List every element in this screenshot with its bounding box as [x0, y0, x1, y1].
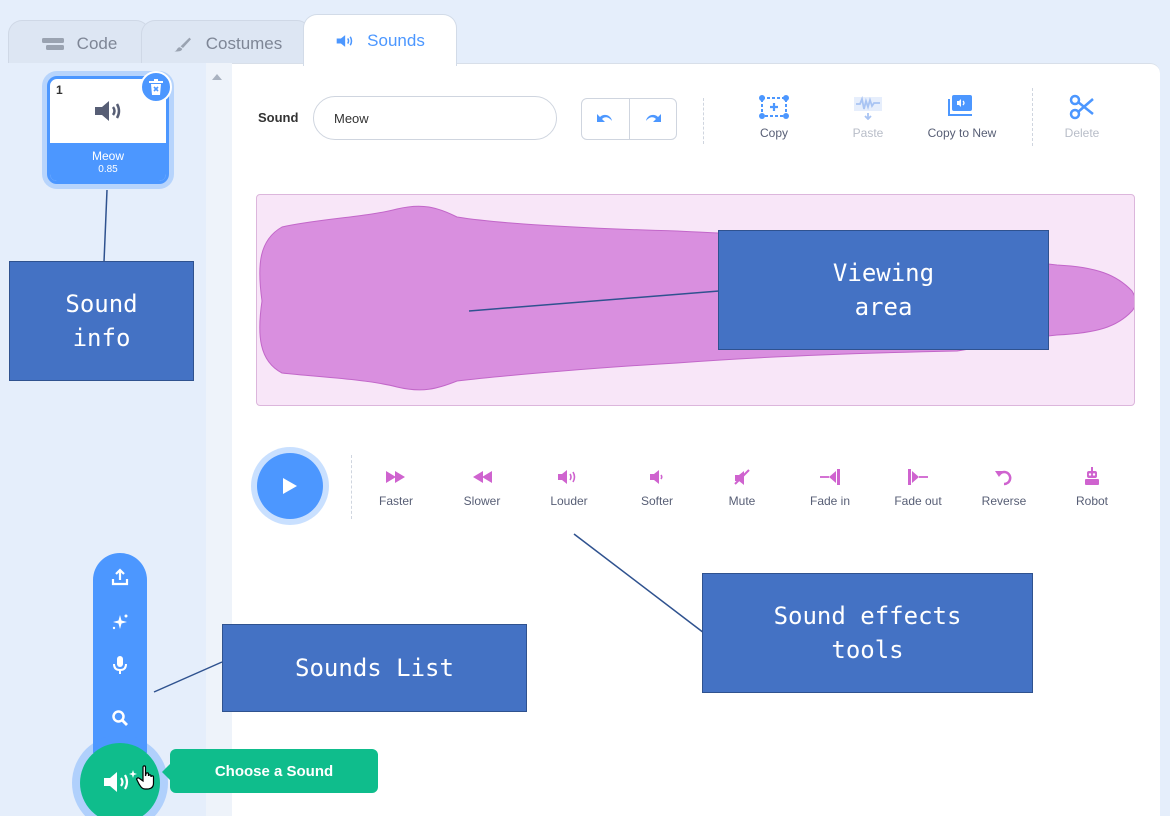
- speaker-icon: [95, 101, 121, 121]
- editor-tab-bar: Code Costumes Sounds: [0, 0, 1170, 66]
- choose-sound-icon: [104, 770, 137, 792]
- effect-louder-button[interactable]: Louder: [529, 465, 609, 508]
- effect-softer-button[interactable]: Softer: [617, 465, 697, 508]
- effect-fade-out-button[interactable]: Fade out: [878, 465, 958, 508]
- fade-in-icon: [820, 469, 840, 485]
- delete-sound-button[interactable]: [140, 71, 172, 103]
- callout-viewing-area: Viewing area: [718, 230, 1049, 350]
- copy-to-new-icon: [948, 95, 972, 116]
- copy-label: Copy: [759, 126, 788, 140]
- faster-icon: [386, 471, 405, 483]
- tab-code-label: Code: [76, 33, 118, 53]
- sound-number: 1: [56, 83, 63, 97]
- callout-sound-effects-tools: Sound effects tools: [702, 573, 1033, 693]
- delete-button[interactable]: Delete: [1052, 92, 1112, 140]
- tab-code[interactable]: Code: [8, 20, 150, 66]
- record-sound-button[interactable]: [93, 646, 147, 684]
- play-icon: [283, 478, 297, 494]
- effect-robot-button[interactable]: Robot: [1052, 465, 1132, 508]
- fade-out-icon: [908, 469, 928, 485]
- code-blocks-icon: [41, 37, 64, 50]
- effect-fade-out-label: Fade out: [894, 494, 942, 508]
- effect-reverse-label: Reverse: [981, 494, 1027, 508]
- softer-icon: [650, 470, 663, 484]
- undo-button[interactable]: [582, 99, 629, 139]
- tooltip-arrow: [162, 764, 170, 780]
- reverse-icon: [995, 470, 1012, 486]
- effect-faster-button[interactable]: Faster: [356, 465, 436, 508]
- sound-name-input[interactable]: [313, 96, 557, 140]
- sound-card-label: Meow 0.85: [50, 143, 166, 181]
- paste-label: Paste: [852, 126, 884, 140]
- mute-icon: [734, 469, 750, 485]
- undo-icon: [597, 114, 613, 122]
- redo-button[interactable]: [628, 99, 677, 139]
- scissors-icon: [1069, 94, 1094, 120]
- effects-divider: [351, 455, 352, 519]
- effect-faster-label: Faster: [378, 494, 413, 508]
- tab-costumes-label: Costumes: [205, 33, 283, 53]
- effect-fade-in-button[interactable]: Fade in: [790, 465, 870, 508]
- choose-sound-tooltip: Choose a Sound: [170, 749, 378, 793]
- effect-slower-label: Slower: [463, 494, 501, 508]
- tab-sounds[interactable]: Sounds: [303, 14, 457, 66]
- sound-card-name: Meow: [91, 149, 124, 163]
- play-button[interactable]: [257, 453, 323, 519]
- effect-robot-label: Robot: [1075, 494, 1109, 508]
- tab-sounds-label: Sounds: [367, 30, 425, 50]
- tab-costumes[interactable]: Costumes: [141, 20, 311, 66]
- toolbar-divider: [703, 98, 704, 144]
- choose-sound-button[interactable]: [80, 743, 160, 816]
- search-icon: [112, 710, 128, 726]
- sound-name-label: Sound: [258, 110, 299, 125]
- copy-to-new-label: Copy to New: [927, 126, 997, 140]
- microphone-icon: [113, 656, 127, 674]
- toolbar-divider: [1032, 88, 1033, 146]
- upload-icon: [111, 568, 129, 586]
- hand-cursor-icon: [136, 765, 155, 790]
- surprise-sound-button[interactable]: [93, 603, 147, 641]
- slower-icon: [473, 471, 492, 483]
- paste-button[interactable]: Paste: [836, 92, 900, 140]
- copy-button[interactable]: Copy: [742, 92, 806, 140]
- callout-sounds-list: Sounds List: [222, 624, 527, 712]
- upload-sound-button[interactable]: [93, 558, 147, 596]
- speaker-icon: [336, 34, 353, 47]
- surprise-icon: [112, 614, 128, 630]
- paintbrush-icon: [173, 37, 191, 51]
- louder-icon: [558, 470, 576, 484]
- tooltip-text: Choose a Sound: [214, 762, 334, 780]
- effect-reverse-button[interactable]: Reverse: [964, 465, 1044, 508]
- callout-sound-info: Sound info: [9, 261, 194, 381]
- callout-sound-info-text: Sound info: [65, 290, 138, 352]
- effect-louder-label: Louder: [550, 494, 588, 508]
- robot-icon: [1085, 467, 1099, 485]
- search-sound-button[interactable]: [93, 699, 147, 737]
- callout-sound-effects-text: Sound effects tools: [773, 602, 962, 664]
- effect-fade-in-label: Fade in: [809, 494, 851, 508]
- paste-icon: [854, 95, 882, 120]
- callout-viewing-area-text: Viewing area: [832, 259, 935, 321]
- delete-label: Delete: [1064, 126, 1100, 140]
- copy-to-new-button[interactable]: Copy to New: [914, 92, 1010, 140]
- sound-card-duration: 0.85: [98, 164, 118, 175]
- undo-redo-group: [581, 98, 677, 140]
- effect-mute-button[interactable]: Mute: [702, 465, 782, 508]
- scroll-up-arrow-icon[interactable]: [212, 74, 222, 80]
- effect-softer-label: Softer: [640, 494, 673, 508]
- effect-slower-button[interactable]: Slower: [442, 465, 522, 508]
- trash-icon: [149, 79, 163, 95]
- redo-icon: [645, 114, 661, 122]
- copy-selection-icon: [759, 95, 789, 119]
- effect-mute-label: Mute: [728, 494, 756, 508]
- callout-sounds-list-text: Sounds List: [295, 654, 454, 682]
